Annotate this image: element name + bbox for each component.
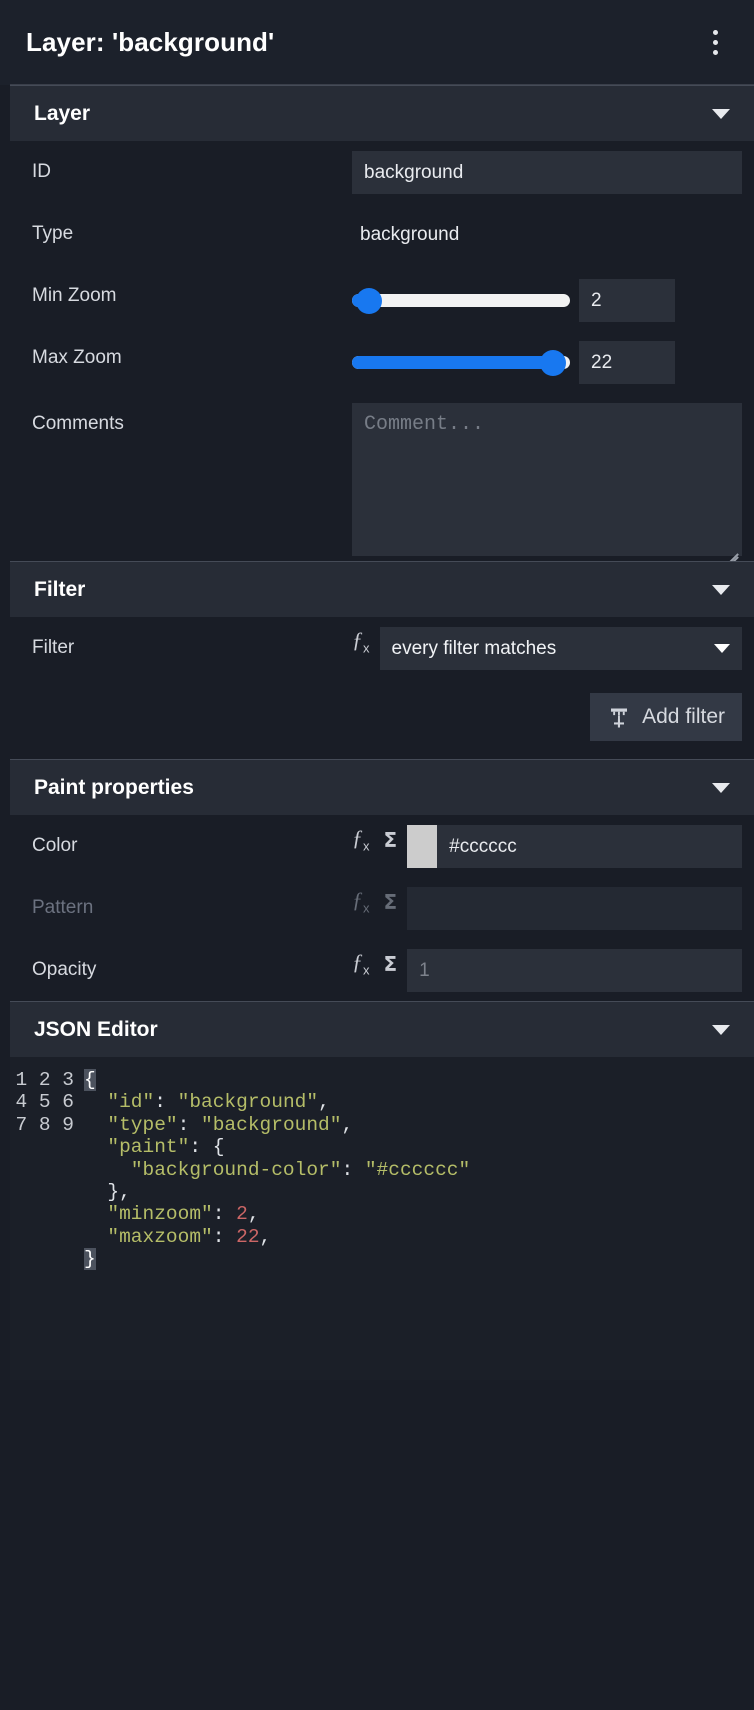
section-body-filter: Filter ƒx every filter matches Add filte… <box>0 617 754 759</box>
json-editor-body[interactable]: 1 2 3 4 5 6 7 8 9 { "id": "background", … <box>10 1057 754 1380</box>
row-max-zoom: Max Zoom <box>10 327 754 389</box>
add-filter-label: Add filter <box>642 705 725 728</box>
fx-expression-icon[interactable]: ƒx <box>352 628 370 654</box>
kebab-menu-icon[interactable] <box>698 23 732 63</box>
label-max-zoom: Max Zoom <box>32 347 122 368</box>
control-id <box>352 141 754 194</box>
label-type: Type <box>32 223 74 244</box>
add-filter-button[interactable]: Add filter <box>590 693 742 741</box>
sigma-zoom-function-icon[interactable]: Σ <box>384 830 398 850</box>
filter-plus-icon <box>611 708 628 728</box>
label-comments: Comments <box>32 413 124 434</box>
comments-wrap <box>352 403 742 563</box>
label-color: Color <box>32 835 78 856</box>
fx-expression-icon[interactable]: ƒx <box>352 950 370 976</box>
control-color <box>407 815 754 868</box>
section-title-filter: Filter <box>34 577 86 601</box>
control-opacity <box>407 939 754 992</box>
control-pattern <box>407 877 754 930</box>
color-swatch[interactable] <box>407 825 438 868</box>
section-json-editor: JSON Editor 1 2 3 4 5 6 7 8 9 { "id": "b… <box>0 1001 754 1710</box>
filter-select[interactable]: every filter matches <box>379 627 742 670</box>
chevron-down-icon[interactable] <box>714 644 730 653</box>
color-input[interactable] <box>437 825 742 868</box>
layer-editor-panel: Layer: 'background' Layer ID Type backgr… <box>0 0 754 1710</box>
section-title-json-editor: JSON Editor <box>34 1017 158 1041</box>
row-pattern: Pattern ƒx Σ <box>10 877 754 939</box>
chevron-down-icon[interactable] <box>712 108 730 119</box>
label-opacity: Opacity <box>32 959 97 980</box>
chevron-down-icon[interactable] <box>712 782 730 793</box>
control-filter: every filter matches <box>379 617 754 670</box>
filter-icon-cluster: ƒx <box>352 617 370 654</box>
fx-expression-icon[interactable]: ƒx <box>352 826 370 852</box>
row-comments: Comments <box>10 389 754 563</box>
max-zoom-slider-knob[interactable] <box>539 349 566 376</box>
titlebar: Layer: 'background' <box>0 0 754 85</box>
max-zoom-input[interactable] <box>579 341 675 384</box>
min-zoom-slider[interactable] <box>352 283 570 319</box>
filter-actions: Add filter <box>10 679 754 759</box>
comments-textarea[interactable] <box>352 403 742 556</box>
max-zoom-slider-fill <box>352 356 553 369</box>
control-comments <box>352 389 754 563</box>
color-control <box>407 825 742 868</box>
label-filter: Filter <box>32 637 75 658</box>
max-zoom-slider[interactable] <box>352 345 570 381</box>
min-zoom-slider-track[interactable] <box>352 287 570 314</box>
filter-select-value: every filter matches <box>391 637 557 659</box>
min-zoom-slider-knob[interactable] <box>356 287 383 314</box>
row-opacity: Opacity ƒx Σ <box>10 939 754 1001</box>
line-number-gutter: 1 2 3 4 5 6 7 8 9 <box>15 1069 74 1136</box>
section-header-layer[interactable]: Layer <box>10 85 754 141</box>
id-input[interactable] <box>352 151 742 194</box>
label-min-zoom: Min Zoom <box>32 285 117 306</box>
sigma-zoom-function-icon[interactable]: Σ <box>384 892 398 912</box>
row-min-zoom: Min Zoom <box>10 265 754 327</box>
opacity-icon-cluster: ƒx Σ <box>352 939 397 976</box>
max-zoom-slider-track[interactable] <box>352 349 570 376</box>
section-title-paint: Paint properties <box>34 775 194 799</box>
fx-expression-icon[interactable]: ƒx <box>352 888 370 914</box>
row-id: ID <box>10 141 754 203</box>
label-pattern: Pattern <box>32 897 94 918</box>
panel-bottom-spacer <box>0 1380 754 1710</box>
row-type: Type background <box>10 203 754 265</box>
section-header-filter[interactable]: Filter <box>10 561 754 617</box>
section-body-paint: Color ƒx Σ Pattern ƒx Σ <box>0 815 754 1001</box>
json-code-area[interactable]: { "id": "background", "type": "backgroun… <box>84 1069 754 1271</box>
type-value: background <box>360 224 460 245</box>
chevron-down-icon[interactable] <box>712 584 730 595</box>
min-zoom-input[interactable] <box>579 279 675 322</box>
control-max-zoom <box>352 327 754 384</box>
control-min-zoom <box>352 265 754 322</box>
pattern-icon-cluster: ƒx Σ <box>352 877 397 914</box>
row-filter: Filter ƒx every filter matches <box>10 617 754 679</box>
kebab-dot <box>712 40 718 45</box>
opacity-input[interactable] <box>407 949 742 992</box>
sigma-zoom-function-icon[interactable]: Σ <box>384 954 398 974</box>
chevron-down-icon[interactable] <box>712 1024 730 1035</box>
section-filter: Filter Filter ƒx every filter matches Ad… <box>0 561 754 759</box>
kebab-dot <box>712 50 718 55</box>
label-id: ID <box>32 161 51 182</box>
pattern-input <box>407 887 742 930</box>
section-title-layer: Layer <box>34 101 91 125</box>
color-icon-cluster: ƒx Σ <box>352 815 397 852</box>
section-layer: Layer ID Type background Min Zoom <box>0 85 754 563</box>
page-title: Layer: 'background' <box>26 27 275 57</box>
section-paint-properties: Paint properties Color ƒx Σ #cccccc Patt… <box>0 759 754 1001</box>
section-body-layer: ID Type background Min Zoom <box>0 141 754 563</box>
kebab-dot <box>712 30 718 35</box>
row-color: Color ƒx Σ <box>10 815 754 877</box>
control-type: background <box>352 203 754 246</box>
section-header-json-editor[interactable]: JSON Editor <box>10 1001 754 1057</box>
section-header-paint[interactable]: Paint properties <box>10 759 754 815</box>
